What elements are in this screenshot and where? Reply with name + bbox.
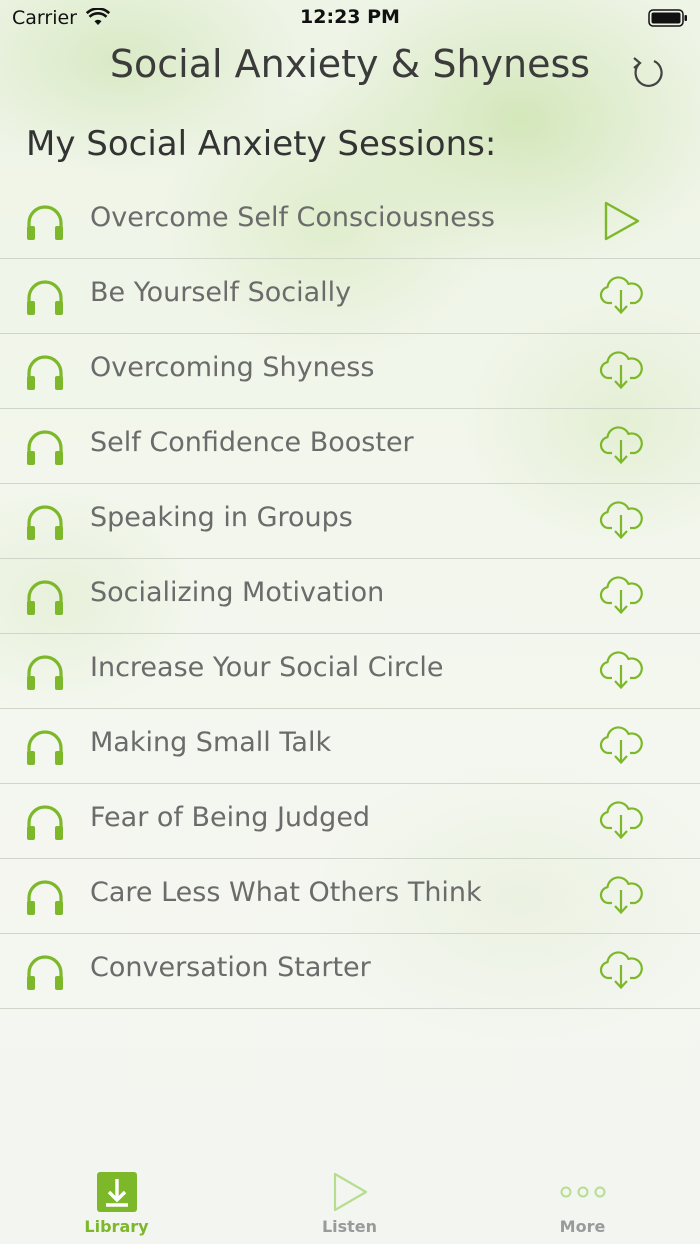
session-row[interactable]: Making Small Talk [0, 709, 700, 784]
headphones-icon [24, 952, 66, 992]
session-title: Overcoming Shyness [90, 352, 375, 383]
session-row[interactable]: Overcoming Shyness [0, 334, 700, 409]
tab-listen-label: Listen [321, 1217, 378, 1236]
session-title: Increase Your Social Circle [90, 652, 444, 683]
download-cloud-icon[interactable] [598, 800, 644, 842]
session-title: Overcome Self Consciousness [90, 202, 495, 233]
session-title: Self Confidence Booster [90, 427, 414, 458]
session-row[interactable]: Care Less What Others Think [0, 859, 700, 934]
tab-more[interactable]: More [466, 1160, 699, 1244]
download-cloud-icon[interactable] [598, 425, 644, 467]
tab-more-label: More [559, 1217, 606, 1236]
tab-listen[interactable]: Listen [233, 1160, 466, 1244]
download-cloud-icon[interactable] [598, 650, 644, 692]
session-title: Be Yourself Socially [90, 277, 352, 308]
headphones-icon [24, 277, 66, 317]
headphones-icon [24, 502, 66, 542]
download-cloud-icon[interactable] [598, 875, 644, 917]
session-row[interactable]: Overcome Self Consciousness [0, 184, 700, 259]
headphones-icon [24, 427, 66, 467]
session-row[interactable]: Be Yourself Socially [0, 259, 700, 334]
play-outline-icon [333, 1172, 367, 1212]
headphones-icon [24, 727, 66, 767]
headphones-icon [24, 577, 66, 617]
download-cloud-icon[interactable] [598, 500, 644, 542]
session-row[interactable]: Socializing Motivation [0, 559, 700, 634]
play-button[interactable] [598, 200, 644, 242]
status-time: 12:23 PM [300, 6, 400, 28]
headphones-icon [24, 802, 66, 842]
more-dots-icon [560, 1186, 605, 1198]
status-bar: Carrier 12:23 PM [0, 0, 700, 36]
headphones-icon [24, 652, 66, 692]
download-cloud-icon[interactable] [598, 950, 644, 992]
session-row[interactable]: Fear of Being Judged [0, 784, 700, 859]
session-row[interactable]: Self Confidence Booster [0, 409, 700, 484]
section-title: My Social Anxiety Sessions: [26, 124, 497, 164]
session-title: Making Small Talk [90, 727, 332, 758]
headphones-icon [24, 352, 66, 392]
refresh-icon[interactable] [628, 52, 668, 92]
session-title: Socializing Motivation [90, 577, 385, 608]
session-row[interactable]: Speaking in Groups [0, 484, 700, 559]
download-cloud-icon[interactable] [598, 350, 644, 392]
download-cloud-icon[interactable] [598, 725, 644, 767]
session-title: Conversation Starter [90, 952, 371, 983]
headphones-icon [24, 202, 66, 242]
session-row[interactable]: Increase Your Social Circle [0, 634, 700, 709]
session-title: Care Less What Others Think [90, 877, 482, 908]
tab-library-label: Library [84, 1217, 149, 1236]
battery-icon [648, 9, 687, 27]
session-row[interactable]: Conversation Starter [0, 934, 700, 1009]
download-cloud-icon[interactable] [598, 275, 644, 317]
tab-library[interactable]: Library [0, 1160, 233, 1244]
session-list: Overcome Self Consciousness Be Yourself S… [0, 184, 700, 1009]
library-download-icon [96, 1172, 137, 1212]
session-title: Fear of Being Judged [90, 802, 371, 833]
download-cloud-icon[interactable] [598, 575, 644, 617]
headphones-icon [24, 877, 66, 917]
session-title: Speaking in Groups [90, 502, 353, 533]
tab-bar: Library Listen More [0, 1160, 700, 1244]
page-title: Social Anxiety & Shyness [109, 42, 591, 86]
